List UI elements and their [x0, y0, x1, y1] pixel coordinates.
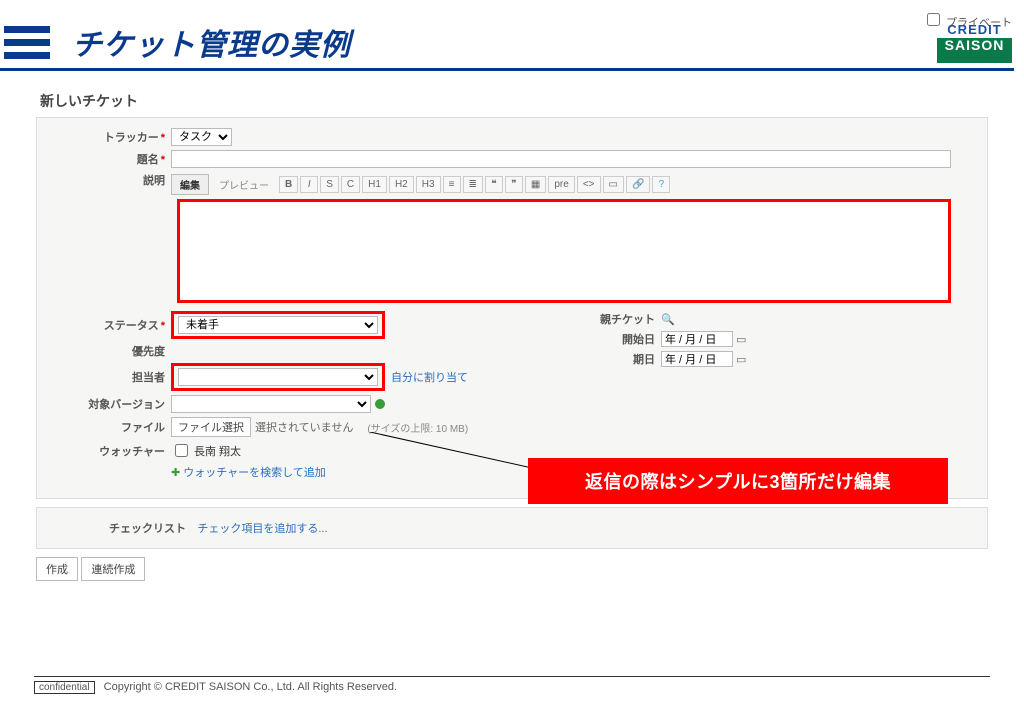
copyright-text: Copyright © CREDIT SAISON Co., Ltd. All … — [104, 681, 397, 693]
create-continue-button[interactable]: 連続作成 — [81, 557, 145, 581]
code2-icon[interactable]: <> — [577, 176, 601, 193]
page-title: チケット管理の実例 — [72, 20, 351, 64]
assign-self-link[interactable]: 自分に割り当て — [391, 369, 468, 385]
strike-icon[interactable]: S — [320, 176, 339, 193]
description-label: 説明 — [51, 172, 171, 188]
priority-label: 優先度 — [51, 343, 171, 359]
pre-icon[interactable]: pre — [548, 176, 574, 193]
italic-icon[interactable]: I — [300, 176, 318, 193]
menu-icon[interactable] — [4, 26, 50, 59]
status-label: ステータス — [104, 320, 159, 332]
start-date-label: 開始日 — [581, 331, 661, 347]
subject-label: 題名 — [137, 154, 159, 166]
subject-input[interactable] — [171, 150, 951, 168]
start-date-input[interactable] — [661, 331, 733, 347]
tab-preview[interactable]: プレビュー — [211, 175, 277, 194]
bold-icon[interactable]: B — [279, 176, 298, 193]
h3-icon[interactable]: H3 — [416, 176, 441, 193]
watcher-checkbox[interactable] — [175, 444, 188, 457]
tracker-select[interactable]: タスク — [171, 128, 232, 146]
checklist-add-link[interactable]: チェック項目を追加する... — [197, 523, 327, 535]
description-textarea[interactable] — [177, 199, 951, 303]
file-label: ファイル — [51, 419, 171, 435]
help-icon[interactable]: ? — [652, 176, 670, 193]
create-button[interactable]: 作成 — [36, 557, 78, 581]
add-version-icon[interactable] — [375, 399, 385, 409]
plus-icon: ✚ — [171, 466, 180, 479]
file-size-note: (サイズの上限: 10 MB) — [367, 420, 468, 435]
ticket-form-panel: プライベート トラッカー* タスク 題名* 説明 編集 プレビュー B I S … — [36, 117, 988, 499]
h1-icon[interactable]: H1 — [362, 176, 387, 193]
editor-toolbar: 編集 プレビュー B I S C H1 H2 H3 ≡ ≣ ❝ ❞ ▦ pre … — [171, 174, 670, 195]
page-footer: confidential Copyright © CREDIT SAISON C… — [34, 676, 990, 693]
unquote-icon[interactable]: ❞ — [505, 176, 523, 193]
assignee-label: 担当者 — [51, 369, 171, 385]
due-date-label: 期日 — [581, 351, 661, 367]
search-icon[interactable]: 🔍 — [661, 313, 675, 326]
code-icon[interactable]: C — [341, 176, 360, 193]
assignee-select[interactable] — [178, 368, 378, 386]
h2-icon[interactable]: H2 — [389, 176, 414, 193]
page-header: チケット管理の実例 CREDIT SAISON — [0, 0, 1014, 71]
version-label: 対象バージョン — [51, 396, 171, 412]
table-icon[interactable]: ▦ — [525, 176, 546, 193]
watcher-name: 長南 翔太 — [194, 443, 241, 459]
ul-icon[interactable]: ≡ — [443, 176, 461, 193]
watcher-search-link[interactable]: ウォッチャーを検索して追加 — [183, 464, 326, 480]
private-label: プライベート — [946, 17, 1012, 29]
calendar-icon[interactable]: ▭ — [736, 333, 746, 346]
checklist-panel: チェックリスト チェック項目を追加する... — [36, 507, 988, 549]
checklist-label: チェックリスト — [109, 523, 186, 535]
due-date-input[interactable] — [661, 351, 733, 367]
file-none-text: 選択されていません — [255, 419, 353, 435]
calendar-icon[interactable]: ▭ — [736, 353, 746, 366]
form-title: 新しいチケット — [40, 91, 984, 111]
tracker-label: トラッカー — [104, 132, 159, 144]
annotation-callout: 返信の際はシンプルに3箇所だけ編集 — [528, 458, 948, 504]
watcher-label: ウォッチャー — [51, 443, 171, 459]
link-icon[interactable]: 🔗 — [626, 176, 650, 193]
confidential-badge: confidential — [34, 681, 95, 694]
file-select-button[interactable]: ファイル選択 — [171, 417, 251, 437]
parent-label: 親チケット — [581, 311, 661, 327]
version-select[interactable] — [171, 395, 371, 413]
status-select[interactable]: 未着手 — [178, 316, 378, 334]
image-icon[interactable]: ▭ — [603, 176, 624, 193]
quote-icon[interactable]: ❝ — [485, 176, 503, 193]
private-checkbox[interactable] — [927, 13, 940, 26]
ol-icon[interactable]: ≣ — [463, 176, 483, 193]
tab-edit[interactable]: 編集 — [171, 174, 209, 195]
